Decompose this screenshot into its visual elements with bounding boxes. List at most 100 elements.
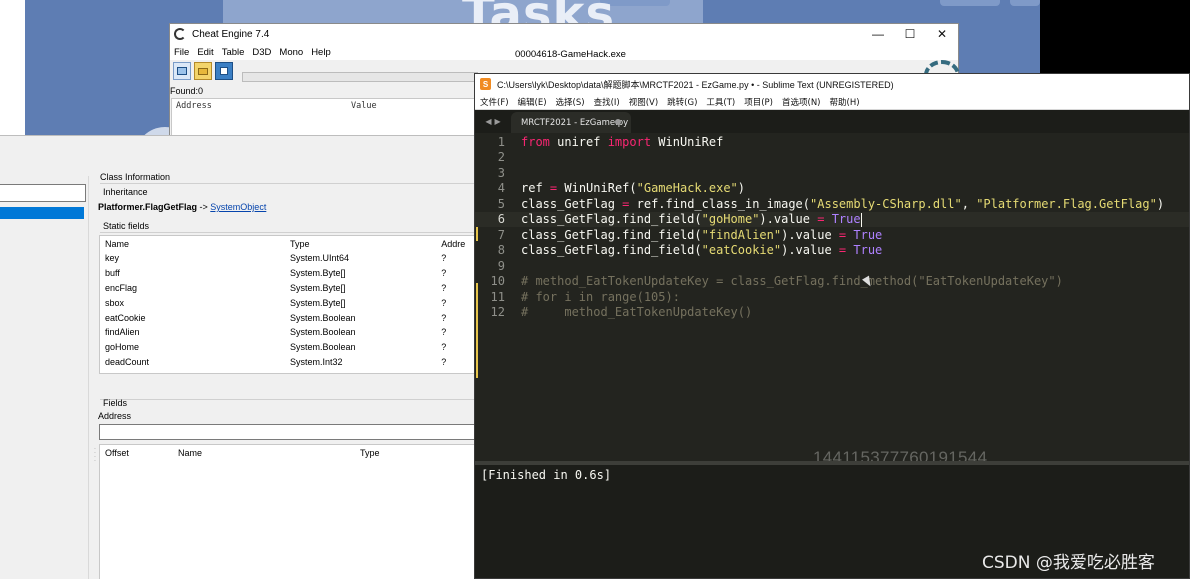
- menu-project[interactable]: 项目(P): [744, 96, 773, 108]
- field-name: key: [105, 253, 120, 264]
- class-information-label: Class Information: [100, 172, 171, 182]
- minimize-icon: —: [872, 27, 884, 41]
- group-divider: [100, 183, 478, 184]
- menu-goto[interactable]: 跳转(G): [667, 96, 697, 108]
- code-line[interactable]: 8 class_GetFlag.find_field("eatCookie").…: [475, 243, 1189, 259]
- select-process-button[interactable]: [173, 62, 191, 80]
- found-count: Found:0: [170, 86, 204, 96]
- code-line[interactable]: 10 # method_EatTokenUpdateKey = class_Ge…: [475, 274, 1189, 290]
- address-input[interactable]: [99, 424, 478, 440]
- field-type: System.Byte[]: [290, 282, 346, 293]
- menu-edit[interactable]: Edit: [197, 47, 213, 58]
- code-text: class_GetFlag.find_field("eatCookie").va…: [521, 243, 883, 258]
- field-type: System.Boolean: [290, 312, 356, 323]
- menu-edit[interactable]: 编辑(E): [518, 96, 547, 108]
- unsaved-dot-icon[interactable]: [615, 119, 621, 125]
- tab-scroll-arrows[interactable]: ◀ ▶: [475, 110, 511, 133]
- tab-ezgame[interactable]: MRCTF2021 - EzGame.py: [511, 112, 631, 133]
- field-name: findAlien: [105, 327, 140, 338]
- code-line[interactable]: 2: [475, 150, 1189, 166]
- table-row[interactable]: key System.UInt64?: [100, 251, 477, 266]
- line-number: 10: [490, 274, 505, 289]
- minimize-button[interactable]: —: [862, 24, 894, 44]
- field-address: ?: [441, 342, 447, 353]
- found-list-header: Address Value: [172, 99, 475, 113]
- field-name: sbox: [105, 297, 125, 308]
- menu-bar: File Edit Table D3D Mono Help 00004618-G…: [170, 44, 958, 60]
- column-offset[interactable]: Offset: [100, 448, 178, 458]
- chevron-left-icon[interactable]: ◀: [485, 117, 491, 126]
- table-row[interactable]: goHome System.Boolean?: [100, 340, 477, 355]
- menu-preferences[interactable]: 首选项(N): [782, 96, 821, 108]
- column-address[interactable]: Addre: [441, 239, 477, 249]
- field-address: ?: [441, 253, 447, 264]
- menu-help[interactable]: Help: [311, 47, 331, 58]
- open-file-button[interactable]: [194, 62, 212, 80]
- field-type: System.Boolean: [290, 342, 356, 353]
- cheat-engine-logo-icon: [174, 28, 186, 40]
- close-button[interactable]: ✕: [926, 24, 958, 44]
- menu-help[interactable]: 帮助(H): [830, 96, 860, 108]
- column-type[interactable]: Type: [290, 239, 441, 249]
- code-line[interactable]: 5 class_GetFlag = ref.find_class_in_imag…: [475, 196, 1189, 212]
- table-row[interactable]: findAlien System.Boolean?: [100, 325, 477, 340]
- menu-find[interactable]: 查找(I): [594, 96, 620, 108]
- sublime-titlebar[interactable]: S C:\Users\lyk\Desktop\data\解题脚本\MRCTF20…: [475, 74, 1189, 94]
- desktop-background: [0, 0, 25, 135]
- table-row[interactable]: deadCount System.Int32?: [100, 355, 477, 370]
- class-search-input[interactable]: [0, 184, 86, 202]
- column-name[interactable]: Name: [178, 448, 360, 458]
- window-title: C:\Users\lyk\Desktop\data\解题脚本\MRCTF2021…: [497, 79, 894, 90]
- fields-label: Fields: [103, 398, 128, 408]
- field-type: System.UInt64: [290, 253, 350, 264]
- code-line[interactable]: 3: [475, 165, 1189, 181]
- tab-label: MRCTF2021 - EzGame.py: [521, 117, 629, 128]
- folder-icon: [198, 67, 208, 75]
- line-number: 8: [497, 243, 505, 258]
- menu-mono[interactable]: Mono: [279, 47, 303, 58]
- save-button[interactable]: [215, 62, 233, 80]
- code-editor[interactable]: 1 from uniref import WinUniRef 2 3 4 ref…: [475, 133, 1189, 461]
- pane-splitter-handle[interactable]: ......: [388, 393, 407, 402]
- menu-selection[interactable]: 选择(S): [556, 96, 585, 108]
- pane-splitter-handle-vertical[interactable]: ....: [94, 444, 96, 463]
- sublime-text-window[interactable]: S C:\Users\lyk\Desktop\data\解题脚本\MRCTF20…: [474, 73, 1190, 579]
- game-menu-pill: [940, 0, 1000, 6]
- fields-table[interactable]: Offset Name Type: [99, 444, 478, 579]
- cheat-engine-titlebar[interactable]: Cheat Engine 7.4 — ☐ ✕: [170, 24, 958, 44]
- window-title: Cheat Engine 7.4: [192, 28, 270, 40]
- menu-file[interactable]: 文件(F): [480, 96, 509, 108]
- line-number: 9: [497, 258, 505, 273]
- column-name[interactable]: Name: [100, 239, 290, 249]
- menu-file[interactable]: File: [174, 47, 189, 58]
- code-line-current[interactable]: 6 class_GetFlag.find_field("goHome").val…: [475, 211, 1189, 227]
- column-type[interactable]: Type: [360, 448, 380, 458]
- inheritance-chain: Platformer.FlagGetFlag -> SystemObject: [98, 202, 266, 212]
- field-type: System.Byte[]: [290, 268, 346, 279]
- selected-class-row[interactable]: [0, 207, 84, 219]
- menu-table[interactable]: Table: [222, 47, 245, 58]
- save-icon: [220, 67, 228, 75]
- table-row[interactable]: buff System.Byte[]?: [100, 266, 477, 281]
- chevron-right-icon[interactable]: ▶: [495, 117, 501, 126]
- maximize-button[interactable]: ☐: [894, 24, 926, 44]
- menu-d3d[interactable]: D3D: [252, 47, 271, 58]
- field-type: System.Byte[]: [290, 297, 346, 308]
- code-line[interactable]: 1 from uniref import WinUniRef: [475, 134, 1189, 150]
- field-name: buff: [105, 268, 120, 279]
- menu-tools[interactable]: 工具(T): [706, 96, 735, 108]
- group-divider: [100, 399, 478, 400]
- column-address[interactable]: Address: [176, 101, 351, 111]
- table-row[interactable]: sbox System.Byte[]?: [100, 295, 477, 310]
- table-row[interactable]: encFlag System.Byte[]?: [100, 281, 477, 296]
- menu-view[interactable]: 视图(V): [629, 96, 658, 108]
- code-line[interactable]: 9: [475, 258, 1189, 274]
- parent-class-link[interactable]: SystemObject: [210, 202, 266, 212]
- code-line[interactable]: 12 # method_EatTokenUpdateKey(): [475, 305, 1189, 321]
- column-value[interactable]: Value: [351, 101, 377, 111]
- table-row[interactable]: eatCookie System.Boolean?: [100, 310, 477, 325]
- code-line[interactable]: 7 class_GetFlag.find_field("findAlien").…: [475, 227, 1189, 243]
- static-fields-table[interactable]: Name Type Addre key System.UInt64? buff Sy…: [99, 235, 478, 374]
- code-line[interactable]: 4 ref = WinUniRef("GameHack.exe"): [475, 181, 1189, 197]
- code-line[interactable]: 11 # for i in range(105):: [475, 289, 1189, 305]
